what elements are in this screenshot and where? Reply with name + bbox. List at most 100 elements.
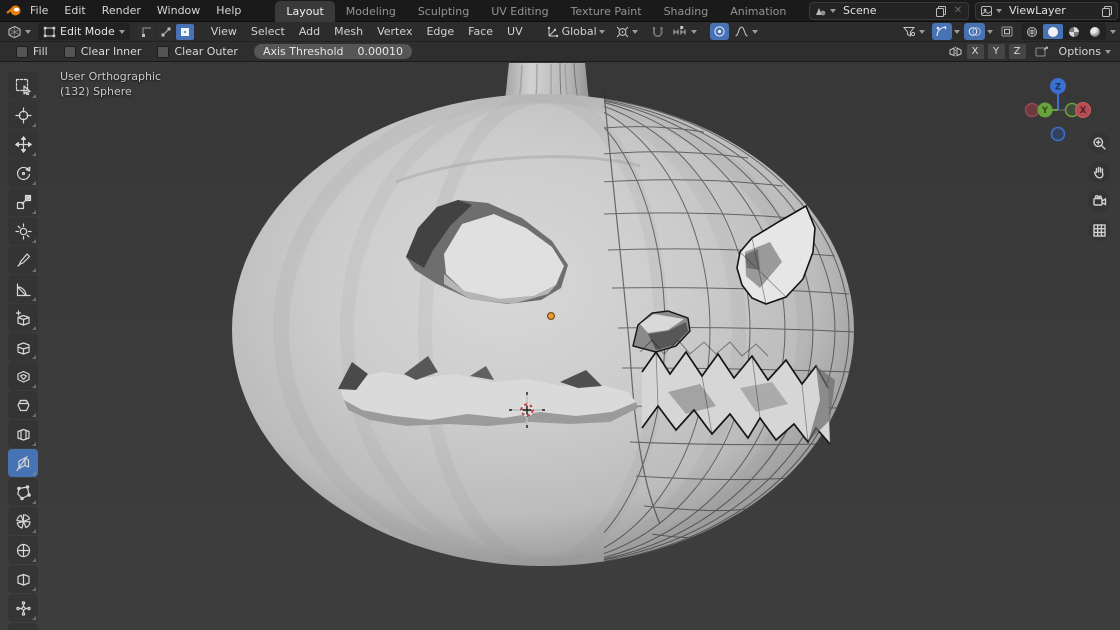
clear-inner-checkbox-group[interactable]: Clear Inner (64, 45, 142, 58)
show-overlays-toggle[interactable] (964, 23, 985, 40)
3d-viewport[interactable]: User Orthographic (132) Sphere (0, 62, 1120, 630)
tool-move[interactable] (8, 130, 38, 158)
menu-select[interactable]: Select (244, 22, 292, 42)
chevron-down-icon[interactable] (987, 30, 993, 34)
tab-modeling[interactable]: Modeling (335, 1, 407, 22)
shading-dropdown-chevron[interactable] (1110, 30, 1116, 34)
viewlayer-selector[interactable]: ViewLayer (975, 2, 1118, 20)
mirror-x-button[interactable]: X (967, 44, 984, 59)
shading-material-button[interactable] (1064, 24, 1084, 39)
pan-button[interactable] (1088, 161, 1110, 183)
tool-poly-build[interactable] (8, 478, 38, 506)
zoom-button[interactable] (1088, 132, 1110, 154)
tool-edge-slide[interactable] (8, 565, 38, 593)
pivot-point-button[interactable] (615, 25, 638, 39)
menu-edit[interactable]: Edit (56, 0, 93, 22)
fill-checkbox-group[interactable]: Fill (16, 45, 48, 58)
tool-shear[interactable] (8, 623, 38, 630)
menu-mesh[interactable]: Mesh (327, 22, 370, 42)
shading-wireframe-button[interactable] (1022, 24, 1042, 39)
tool-loop-cut[interactable] (8, 420, 38, 448)
new-viewlayer-icon[interactable] (1100, 4, 1114, 18)
proportional-falloff-button[interactable] (731, 23, 761, 40)
new-scene-icon[interactable] (934, 4, 948, 18)
tool-bevel[interactable] (8, 391, 38, 419)
object-visibility-button[interactable] (899, 23, 928, 40)
tool-measure[interactable] (8, 275, 38, 303)
tab-rendering[interactable]: Rendering (797, 1, 809, 22)
gizmo-minus-x[interactable] (1026, 104, 1039, 117)
transform-orientation[interactable]: Global (546, 25, 605, 38)
snap-toggle-button[interactable] (648, 23, 667, 40)
clear-inner-checkbox[interactable] (64, 46, 76, 58)
menu-uv[interactable]: UV (500, 22, 530, 42)
menu-help[interactable]: Help (208, 0, 249, 22)
shading-solid-button[interactable] (1043, 24, 1063, 39)
tab-texture-paint[interactable]: Texture Paint (560, 1, 653, 22)
menu-file[interactable]: File (22, 0, 56, 22)
tool-select-box[interactable] (8, 72, 38, 100)
mirror-z-button[interactable]: Z (1009, 44, 1026, 59)
tab-shading[interactable]: Shading (653, 1, 720, 22)
mode-dropdown[interactable]: Edit Mode (38, 23, 130, 40)
orthographic-toggle-button[interactable] (1088, 219, 1110, 241)
magnet-icon (651, 25, 664, 38)
menu-edge[interactable]: Edge (419, 22, 461, 42)
viewport-header: Edit Mode View Select Add Mesh Vertex Ed… (0, 22, 1120, 42)
object-origin[interactable] (548, 313, 555, 320)
unlink-scene-icon[interactable]: ✕ (951, 4, 965, 18)
tab-animation[interactable]: Animation (719, 1, 797, 22)
vertex-select-button[interactable] (138, 24, 156, 40)
viewport-side-buttons (1088, 132, 1110, 241)
tab-sculpting[interactable]: Sculpting (407, 1, 480, 22)
options-dropdown[interactable]: Options (1054, 45, 1116, 58)
tab-layout[interactable]: Layout (275, 1, 334, 22)
snap-group (648, 23, 700, 40)
camera-view-button[interactable] (1088, 190, 1110, 212)
gizmo-minus-z[interactable] (1052, 128, 1065, 141)
tool-inset-faces[interactable] (8, 362, 38, 390)
correct-face-attributes-icon[interactable] (1034, 45, 1050, 59)
menu-face[interactable]: Face (461, 22, 500, 42)
edge-select-button[interactable] (157, 24, 175, 40)
menu-view[interactable]: View (204, 22, 244, 42)
clear-outer-checkbox-group[interactable]: Clear Outer (157, 45, 238, 58)
toggle-xray-button[interactable] (997, 23, 1017, 40)
axis-threshold-slider[interactable]: Axis Threshold 0.00010 (254, 44, 412, 59)
scene-selector[interactable]: Scene ✕ (809, 2, 969, 20)
blender-logo-icon[interactable] (6, 2, 22, 20)
tool-extrude-region[interactable] (8, 333, 38, 361)
tool-annotate[interactable] (8, 246, 38, 274)
tool-add-cube[interactable] (8, 304, 38, 332)
chevron-down-icon[interactable] (954, 30, 960, 34)
snap-increment-icon (672, 25, 688, 38)
tool-scale[interactable] (8, 188, 38, 216)
proportional-editing-toggle[interactable] (710, 23, 729, 40)
editor-type-button[interactable] (4, 23, 34, 40)
tool-spin[interactable] (8, 507, 38, 535)
tool-smooth[interactable] (8, 536, 38, 564)
hand-icon (1092, 165, 1107, 180)
clear-outer-checkbox[interactable] (157, 46, 169, 58)
active-object-name: (132) Sphere (60, 84, 161, 99)
menu-render[interactable]: Render (94, 0, 149, 22)
menu-window[interactable]: Window (149, 0, 208, 22)
face-select-button[interactable] (176, 24, 194, 40)
tool-vertex-slide[interactable] (8, 594, 38, 622)
tool-rotate[interactable] (8, 159, 38, 187)
menu-add[interactable]: Add (292, 22, 327, 42)
gizmo-icon (935, 25, 949, 38)
fill-checkbox[interactable] (16, 46, 28, 58)
show-gizmos-toggle[interactable] (932, 23, 952, 40)
tool-transform[interactable] (8, 217, 38, 245)
tool-bisect[interactable] (8, 449, 38, 477)
shading-rendered-button[interactable] (1085, 24, 1105, 39)
tool-settings-right: X Y Z Options (948, 44, 1116, 59)
tool-cursor[interactable] (8, 101, 38, 129)
viewport-canvas[interactable] (0, 62, 1120, 630)
tab-uv-editing[interactable]: UV Editing (480, 1, 559, 22)
menu-vertex[interactable]: Vertex (370, 22, 419, 42)
mirror-y-button[interactable]: Y (988, 44, 1005, 59)
snap-target-button[interactable] (669, 23, 700, 40)
chevron-down-icon (1105, 50, 1111, 54)
